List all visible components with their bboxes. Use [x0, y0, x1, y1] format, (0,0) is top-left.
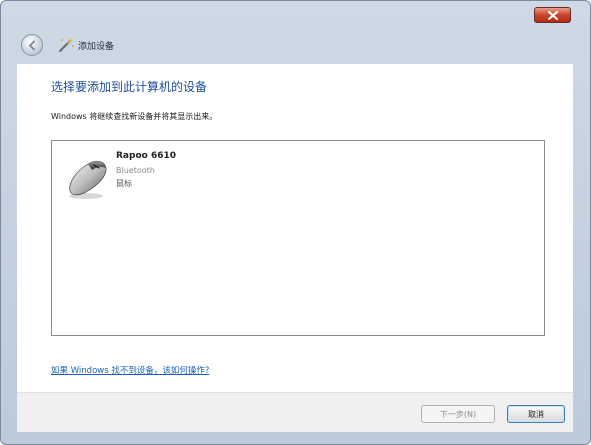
device-type: Bluetooth: [116, 166, 155, 175]
close-icon: [547, 10, 558, 20]
back-arrow-icon: [28, 40, 35, 50]
device-name: Rapoo 6610: [116, 151, 176, 161]
help-link[interactable]: 如果 Windows 找不到设备，该如何操作?: [51, 364, 209, 376]
close-button[interactable]: [534, 7, 571, 23]
add-device-window: 添加设备 选择要添加到此计算机的设备 Windows 将继续查找新设备并将其显示…: [0, 0, 591, 445]
title-bar: [1, 1, 590, 25]
next-button[interactable]: 下一步(N): [421, 405, 495, 423]
wizard-footer: 下一步(N) 取消: [17, 392, 573, 432]
wizard-content: 选择要添加到此计算机的设备 Windows 将继续查找新设备并将其显示出来。 R…: [17, 64, 573, 392]
cancel-button[interactable]: 取消: [507, 405, 565, 423]
device-item-rapoo-6610[interactable]: Rapoo 6610 Bluetooth 鼠标: [66, 149, 216, 205]
mouse-icon: [69, 160, 107, 199]
device-category: 鼠标: [116, 179, 132, 188]
window-title: 添加设备: [78, 41, 115, 52]
wizard-nav-bar: 添加设备: [5, 29, 585, 61]
device-list[interactable]: Rapoo 6610 Bluetooth 鼠标: [51, 140, 545, 336]
back-button[interactable]: [21, 34, 43, 56]
page-title: 选择要添加到此计算机的设备: [51, 80, 208, 94]
page-description: Windows 将继续查找新设备并将其显示出来。: [51, 112, 218, 121]
add-device-icon: [57, 36, 75, 54]
